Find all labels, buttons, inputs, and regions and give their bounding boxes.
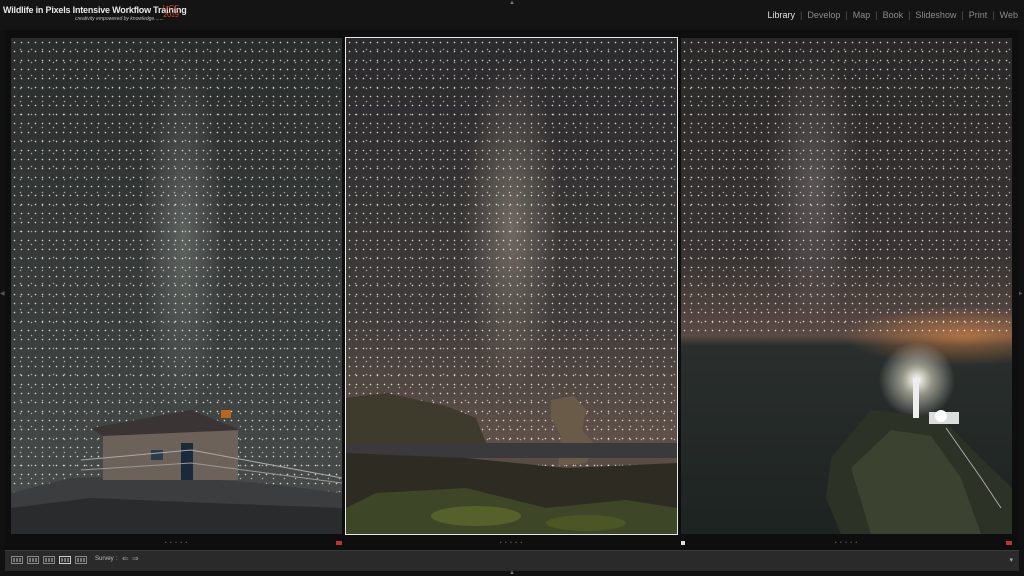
library-toolbar: Survey : ⇐ ⇒ ▾ <box>5 550 1019 571</box>
lrcc-logo: LrCC 2019 <box>161 5 181 19</box>
module-slideshow[interactable]: Slideshow <box>915 10 956 20</box>
module-separator: | <box>961 10 964 20</box>
photo-milky-way-hut[interactable] <box>11 38 342 534</box>
survey-photo-cell-selected[interactable]: • • • • • <box>345 37 678 546</box>
hut-landscape <box>11 410 342 534</box>
photo-milky-way-lighthouse[interactable] <box>681 38 1012 534</box>
module-web[interactable]: Web <box>1000 10 1018 20</box>
module-map[interactable]: Map <box>853 10 871 20</box>
top-panel: ▲ Wildlife in Pixels Intensive Workflow … <box>0 0 1024 30</box>
module-print[interactable]: Print <box>969 10 988 20</box>
module-library[interactable]: Library <box>767 10 795 20</box>
color-label-icon[interactable] <box>336 541 342 545</box>
survey-view-icon[interactable] <box>59 556 71 564</box>
logo-text-lrcc: LrCC <box>162 5 180 12</box>
module-develop[interactable]: Develop <box>807 10 840 20</box>
module-book[interactable]: Book <box>883 10 904 20</box>
survey-view: • • • • • • • • • • • • • • • <box>5 30 1019 550</box>
bottom-panel-toggle-icon[interactable]: ▲ <box>507 570 517 576</box>
sea-stack-landscape <box>346 393 677 534</box>
grid-view-icon[interactable] <box>11 556 23 564</box>
next-photo-icon[interactable]: ⇒ <box>132 554 139 563</box>
identity-plate-subtitle: creativity empowered by knowledge....... <box>75 16 164 22</box>
toolbar-options-chevron-icon[interactable]: ▾ <box>1009 556 1013 564</box>
star-rating[interactable]: • • • • • <box>346 540 677 546</box>
star-rating[interactable]: • • • • • <box>11 540 342 546</box>
module-separator: | <box>992 10 995 20</box>
lighthouse-landscape <box>826 342 1012 534</box>
compare-view-icon[interactable] <box>43 556 55 564</box>
previous-photo-icon[interactable]: ⇐ <box>122 554 129 563</box>
color-label-icon[interactable] <box>1006 541 1012 545</box>
logo-text-year: 2019 <box>163 12 179 19</box>
survey-photo-cell[interactable]: • • • • • <box>11 38 342 546</box>
module-separator: | <box>845 10 848 20</box>
identity-plate-title: Wildlife in Pixels Intensive Workflow Tr… <box>3 5 187 15</box>
photo-milky-way-sea-stack[interactable] <box>346 38 677 534</box>
module-picker: Library | Develop | Map | Book | Slidesh… <box>767 10 1018 20</box>
loupe-view-icon[interactable] <box>27 556 39 564</box>
module-separator: | <box>799 10 803 20</box>
flag-icon[interactable] <box>681 541 685 545</box>
module-separator: | <box>875 10 878 20</box>
top-panel-toggle-icon[interactable]: ▲ <box>507 0 517 6</box>
survey-label: Survey : <box>95 556 118 562</box>
star-rating[interactable]: • • • • • <box>681 540 1012 546</box>
identity-plate: Wildlife in Pixels Intensive Workflow Tr… <box>3 5 187 22</box>
survey-photo-cell[interactable]: • • • • • <box>681 38 1012 546</box>
people-view-icon[interactable] <box>75 556 87 564</box>
module-separator: | <box>908 10 911 20</box>
